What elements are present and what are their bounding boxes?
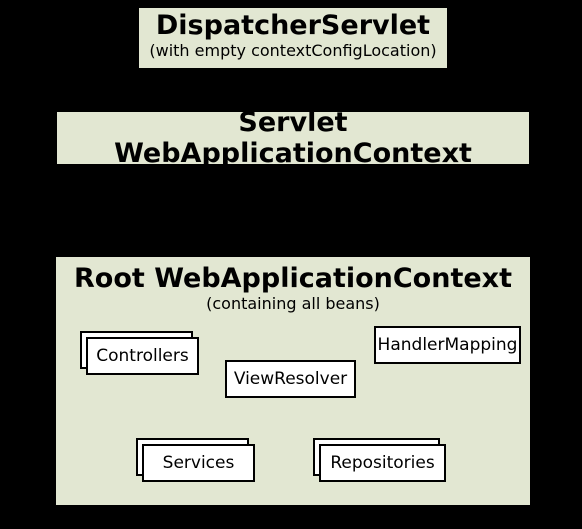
dispatcher-subtitle: (with empty contextConfigLocation): [139, 41, 447, 60]
services-label: Services: [163, 453, 235, 473]
handlermapping-bean: HandlerMapping: [374, 326, 521, 364]
viewresolver-bean: ViewResolver: [225, 360, 356, 398]
repositories-label: Repositories: [330, 453, 434, 473]
delegates-label: Delegates if no bean found: [302, 191, 442, 227]
root-context-title: Root WebApplicationContext: [56, 263, 530, 294]
controllers-stack: Controllers: [86, 337, 199, 375]
servlet-context-box: Servlet WebApplicationContext: [55, 110, 531, 166]
controllers-bean: Controllers: [86, 337, 199, 375]
delegates-line1: Delegates: [302, 191, 442, 209]
handlermapping-label: HandlerMapping: [378, 335, 518, 355]
repositories-bean: Repositories: [319, 444, 446, 482]
root-context-subtitle: (containing all beans): [56, 294, 530, 313]
services-bean: Services: [142, 444, 255, 482]
arrow-2-line: [291, 166, 295, 241]
arrow-2-head: [284, 239, 302, 255]
services-stack: Services: [142, 444, 255, 482]
controllers-label: Controllers: [96, 346, 188, 366]
dispatcher-servlet-box: DispatcherServlet (with empty contextCon…: [137, 6, 449, 70]
dispatcher-title: DispatcherServlet: [139, 10, 447, 41]
delegates-line2: if no bean found: [302, 209, 442, 227]
repositories-stack: Repositories: [319, 444, 446, 482]
viewresolver-label: ViewResolver: [234, 369, 347, 389]
arrow-1-line: [291, 70, 295, 96]
servlet-context-title: Servlet WebApplicationContext: [57, 107, 529, 169]
